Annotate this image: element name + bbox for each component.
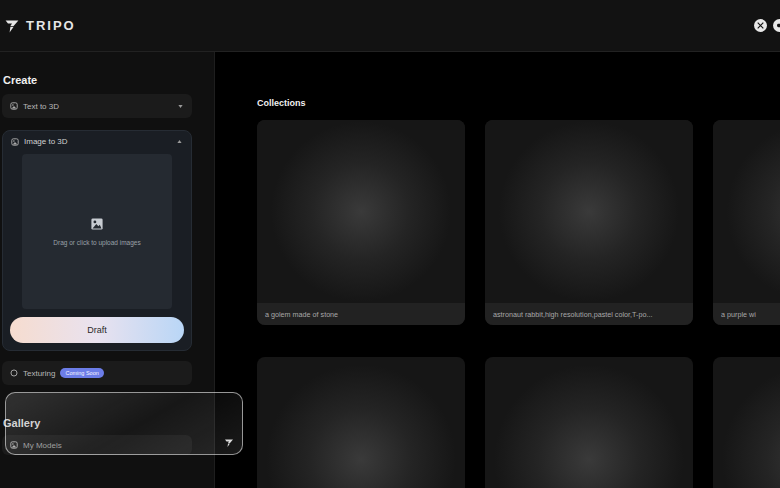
draft-button[interactable]: Draft	[10, 317, 184, 343]
image-icon	[11, 138, 19, 146]
glass-overlay	[5, 392, 243, 455]
text-icon	[10, 102, 18, 110]
models-icon	[10, 441, 18, 449]
logo-text: TRIPO	[26, 18, 76, 33]
texturing-row[interactable]: TexturingComing Soon	[2, 361, 192, 385]
texture-icon	[10, 369, 18, 377]
image-to-3d-header[interactable]: Image to 3D	[10, 137, 184, 146]
model-preview	[257, 120, 465, 303]
image-upload-icon	[90, 217, 104, 231]
tripo-app: TRIPO Create Text to 3D Image to 3D Drag or …	[0, 0, 780, 488]
model-caption: a golem made of stone	[257, 303, 465, 325]
coming-soon-badge: Coming Soon	[60, 368, 103, 378]
top-bar: TRIPO	[0, 0, 780, 52]
model-card[interactable]: a purple wi	[713, 120, 780, 325]
gallery-item[interactable]: My Models	[2, 435, 192, 455]
collections-grid: a golem made of stone astronaut rabbit,hi…	[257, 120, 780, 488]
discord-icon[interactable]	[773, 19, 780, 32]
model-caption: astronaut rabbit,high resolution,pastel …	[485, 303, 693, 325]
collections-title: Collections	[257, 98, 780, 108]
tripo-logo-icon	[4, 18, 20, 34]
watermark-logo-icon	[224, 438, 234, 448]
model-card[interactable]	[485, 357, 693, 488]
upload-dropzone[interactable]: Drag or click to upload images	[22, 154, 172, 309]
upload-hint: Drag or click to upload images	[53, 239, 140, 246]
model-preview	[485, 357, 693, 488]
x-icon[interactable]	[754, 19, 767, 32]
body: Create Text to 3D Image to 3D Drag or click…	[0, 52, 780, 488]
gallery-list: My Models	[2, 435, 192, 455]
model-card[interactable]	[713, 357, 780, 488]
social-links	[754, 19, 780, 32]
sidebar: Create Text to 3D Image to 3D Drag or click…	[0, 52, 215, 488]
model-preview	[713, 357, 780, 488]
model-card[interactable]: astronaut rabbit,high resolution,pastel …	[485, 120, 693, 325]
collections-area: Collections a golem made of stone astronau…	[215, 52, 780, 488]
model-preview	[713, 120, 780, 303]
model-preview	[257, 357, 465, 488]
logo[interactable]: TRIPO	[4, 18, 76, 34]
create-title: Create	[2, 74, 192, 86]
image-to-3d-panel: Image to 3D Drag or click to upload image…	[2, 130, 192, 351]
model-card[interactable]: a golem made of stone	[257, 120, 465, 325]
model-preview	[485, 120, 693, 303]
model-card[interactable]	[257, 357, 465, 488]
chevron-down-icon	[177, 103, 184, 110]
text-to-3d-dropdown[interactable]: Text to 3D	[2, 94, 192, 118]
chevron-up-icon	[176, 138, 183, 145]
model-caption: a purple wi	[713, 303, 780, 325]
gallery-title: Gallery	[2, 417, 192, 429]
